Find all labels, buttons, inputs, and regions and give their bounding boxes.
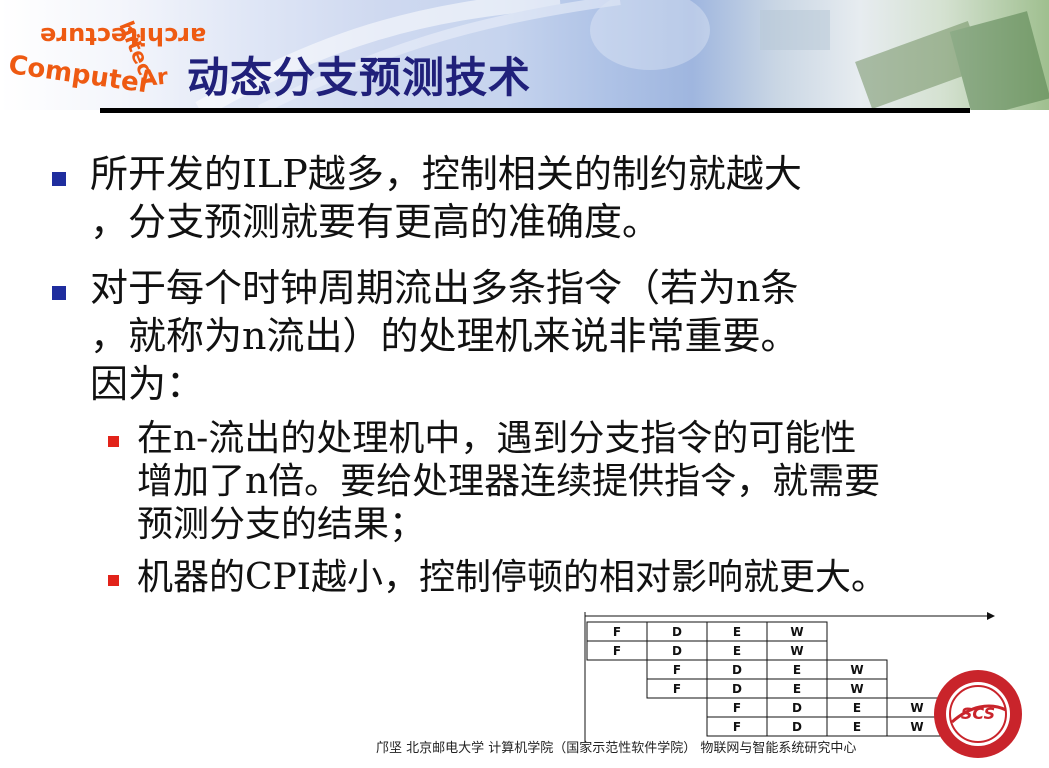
pipeline-stage-label: F xyxy=(673,663,681,677)
pipeline-stage-label: D xyxy=(792,720,802,734)
pipeline-stage-label: D xyxy=(672,625,682,639)
pipeline-stage-label: F xyxy=(613,644,621,658)
title-divider xyxy=(100,108,970,113)
bullet-marker xyxy=(52,286,66,300)
pipeline-stage-label: E xyxy=(793,682,801,696)
bullet-1: 所开发的ILP越多，控制相关的制约就越大 ，分支预测就要有更高的准确度。 xyxy=(90,150,802,246)
pipeline-stage-label: F xyxy=(673,682,681,696)
pipeline-cells: F D E WF D E WF D E WF D E WF D E WF D E W xyxy=(586,621,948,737)
sub-bullet-line: 在n-流出的处理机中，遇到分支指令的可能性 xyxy=(137,418,857,459)
pipeline-stage-label: E xyxy=(853,720,861,734)
title-banner: architecture Computer hitec Ar 动态分支预测技术 xyxy=(0,0,1049,110)
bullet-line: 所开发的ILP越多，控制相关的制约就越大 xyxy=(90,152,802,196)
pipeline-stage-label: E xyxy=(733,625,741,639)
sub-bullet-marker xyxy=(108,436,119,447)
bullet-line: ，就称为n流出）的处理机来说非常重要。 xyxy=(90,314,799,358)
pipeline-stage-label: F xyxy=(733,720,741,734)
sub-bullet-1: 在n-流出的处理机中，遇到分支指令的可能性 增加了n倍。要给处理器连续提供指令，… xyxy=(137,417,880,546)
pipeline-stage-label: W xyxy=(910,701,923,715)
pipeline-stage-label: E xyxy=(733,644,741,658)
pipeline-stage-label: E xyxy=(793,663,801,677)
school-emblem-icon: SCS xyxy=(934,670,1022,758)
pipeline-stage-label: D xyxy=(672,644,682,658)
pipeline-stage-label: W xyxy=(790,625,803,639)
pipeline-stage-label: D xyxy=(732,682,742,696)
pipeline-stage-label: W xyxy=(910,720,923,734)
pipeline-axis-arrow xyxy=(987,612,995,620)
bullet-line: 对于每个时钟周期流出多条指令（若为n条 xyxy=(90,266,799,310)
footer-credit: 邝坚 北京邮电大学 计算机学院（国家示范性软件学院） 物联网与智能系统研究中心 xyxy=(376,741,857,756)
pipeline-stage-label: F xyxy=(733,701,741,715)
pipeline-stage-label: W xyxy=(850,663,863,677)
pipeline-stage-label: W xyxy=(790,644,803,658)
emblem-center-text: SCS xyxy=(961,704,995,723)
sub-bullet-2: 机器的CPI越小，控制停顿的相对影响就更大。 xyxy=(137,556,887,599)
pipeline-stage-label: E xyxy=(853,701,861,715)
pipeline-stage-label: D xyxy=(792,701,802,715)
bullet-line: 因为： xyxy=(90,362,205,406)
bullet-line: ，分支预测就要有更高的准确度。 xyxy=(90,200,661,244)
pipeline-stage-label: W xyxy=(850,682,863,696)
pipeline-stage-label: F xyxy=(613,625,621,639)
sub-bullet-marker xyxy=(108,575,119,586)
bullet-marker xyxy=(52,172,66,186)
logo-text-ar: Ar xyxy=(138,64,170,93)
pipeline-stage-label: D xyxy=(732,663,742,677)
sub-bullet-line: 机器的CPI越小，控制停顿的相对影响就更大。 xyxy=(137,557,887,598)
sub-bullet-line: 预测分支的结果； xyxy=(137,504,426,545)
sub-bullet-line: 增加了n倍。要给处理器连续提供指令，就需要 xyxy=(137,461,881,502)
bullet-2: 对于每个时钟周期流出多条指令（若为n条 ，就称为n流出）的处理机来说非常重要。 … xyxy=(90,264,798,408)
slide-title: 动态分支预测技术 xyxy=(187,53,532,102)
slide: architecture Computer hitec Ar 动态分支预测技术 … xyxy=(0,0,1049,768)
